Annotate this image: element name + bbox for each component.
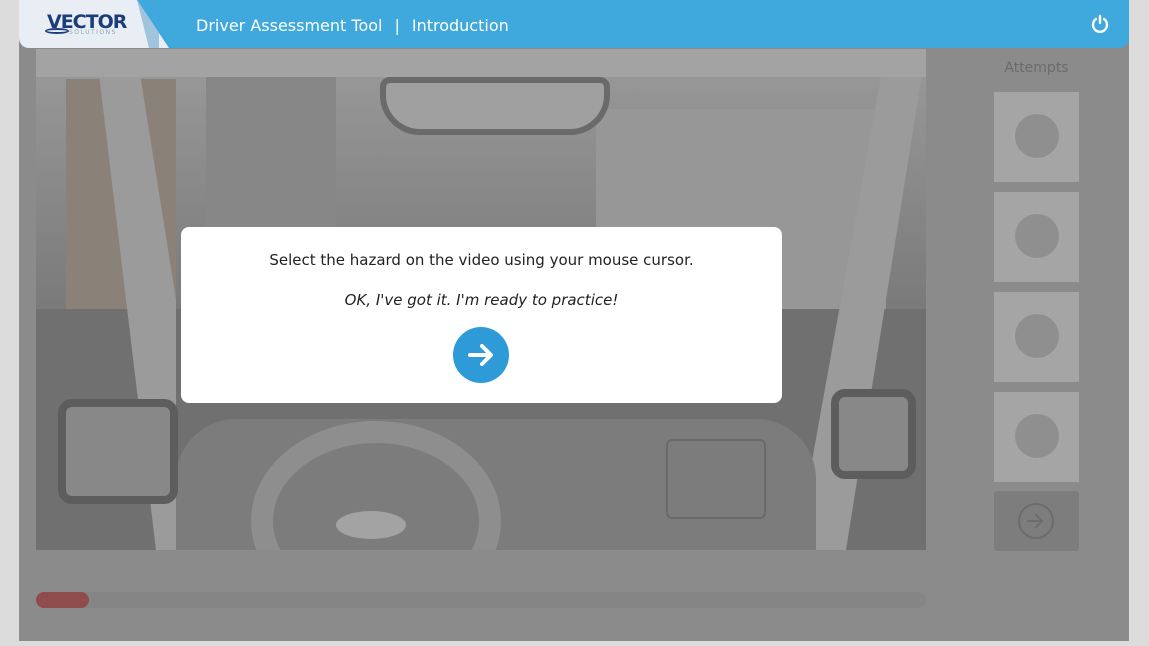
- attempt-indicator-icon: [1015, 114, 1059, 158]
- next-button[interactable]: [994, 491, 1079, 551]
- app-window: VECTOR SOLUTIONS Driver Assessment Tool |…: [19, 0, 1129, 641]
- start-practice-button[interactable]: [453, 327, 509, 383]
- power-icon: [1091, 14, 1109, 33]
- app-title: Driver Assessment Tool: [196, 16, 383, 35]
- video-progress-bar[interactable]: [36, 592, 926, 608]
- attempt-slot: [994, 392, 1079, 482]
- video-roof: [36, 49, 926, 77]
- section-title: Introduction: [411, 16, 509, 35]
- instructions-dialog: Select the hazard on the video using you…: [181, 227, 782, 403]
- attempt-indicator-icon: [1015, 214, 1059, 258]
- attempt-indicator-icon: [1015, 314, 1059, 358]
- attempt-indicator-icon: [1015, 414, 1059, 458]
- progress-fill: [36, 592, 90, 608]
- video-glovebox: [666, 439, 766, 519]
- header-title: Driver Assessment Tool | Introduction: [196, 16, 509, 35]
- ready-confirmation-text: OK, I've got it. I'm ready to practice!: [344, 291, 619, 309]
- video-wheel-hub: [336, 511, 406, 539]
- attempt-slot: [994, 192, 1079, 282]
- title-separator: |: [394, 16, 400, 35]
- attempt-slot: [994, 292, 1079, 382]
- right-side-mirror: [831, 389, 916, 479]
- attempt-slot: [994, 92, 1079, 182]
- left-side-mirror: [58, 399, 178, 504]
- logo-subtext: SOLUTIONS: [69, 29, 117, 36]
- arrow-right-icon: [468, 344, 493, 366]
- power-button[interactable]: [1090, 14, 1110, 34]
- top-header-bar: VECTOR SOLUTIONS Driver Assessment Tool |…: [19, 0, 1129, 48]
- attempts-panel: Attempts: [994, 60, 1079, 482]
- instructions-message: Select the hazard on the video using you…: [269, 251, 694, 269]
- logo-swoosh-icon: [45, 28, 69, 34]
- rearview-mirror: [380, 77, 610, 135]
- attempts-title: Attempts: [1004, 60, 1069, 76]
- arrow-right-circle-icon: [1018, 503, 1054, 539]
- vector-solutions-logo: VECTOR SOLUTIONS: [19, 0, 169, 48]
